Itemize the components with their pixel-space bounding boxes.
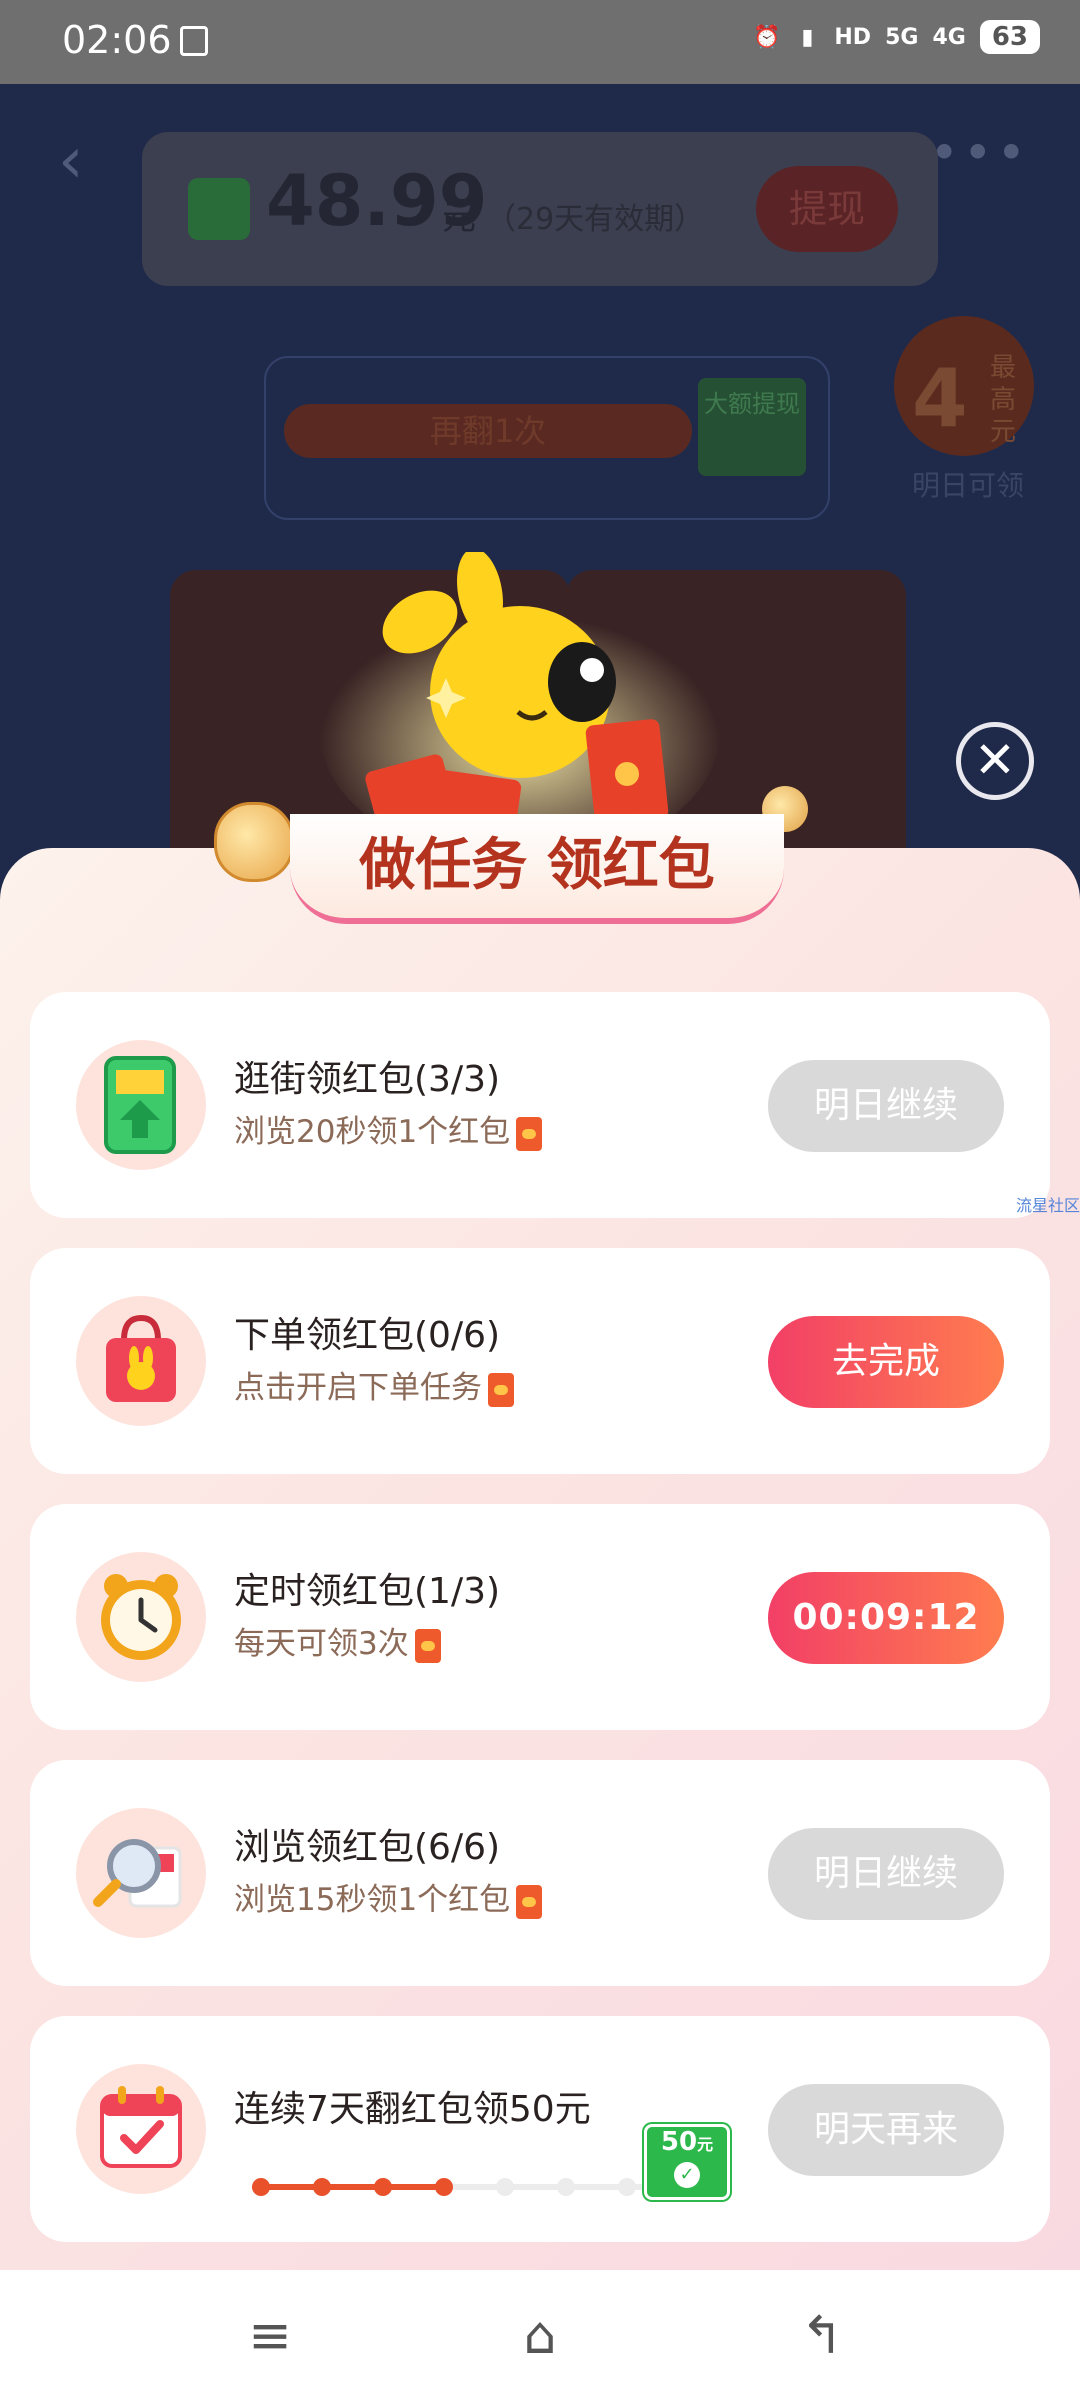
magnifier-icon	[93, 1839, 182, 1908]
home-icon[interactable]: ⌂	[510, 2306, 570, 2366]
system-nav-bar: ≡ ⌂ ↰	[0, 2270, 1080, 2400]
task-subtitle: 浏览20秒领1个红包	[234, 1106, 543, 1151]
calendar-check-icon	[100, 2086, 182, 2168]
status-time: 02:06	[62, 18, 172, 62]
shopping-task-icon	[76, 1040, 206, 1170]
streak-day-dot	[252, 2178, 270, 2196]
red-packet-icon	[516, 1116, 543, 1151]
task-title: 逛街领红包(3/3)	[234, 1059, 501, 1100]
hd-icon: HD	[834, 24, 872, 50]
red-packet-icon	[488, 1372, 514, 1407]
balance-unit: 元	[442, 198, 476, 238]
task-card-order: 下单领红包(0/6) 点击开启下单任务 去完成	[30, 1248, 1050, 1474]
notification-icon	[180, 26, 208, 56]
task-subtitle: 每天可领3次	[234, 1618, 441, 1663]
wechat-icon	[188, 178, 250, 240]
task-card-shopping: 逛街领红包(3/3) 浏览20秒领1个红包 明日继续	[30, 992, 1050, 1218]
alarm-icon: ⏰	[752, 24, 781, 50]
task-subtitle-text: 浏览20秒领1个红包	[234, 1114, 511, 1150]
back-arrow-icon[interactable]: ‹	[58, 124, 84, 198]
tomorrow-label: 明日可领	[912, 469, 1025, 502]
task-subtitle-text: 浏览15秒领1个红包	[234, 1882, 511, 1918]
streak-day-dot	[557, 2178, 575, 2196]
close-button[interactable]: ✕	[956, 722, 1034, 800]
streak-day-dot	[618, 2178, 636, 2196]
streak-fill	[252, 2184, 444, 2190]
more-icon[interactable]: •••	[930, 124, 1030, 182]
alarm-clock-icon	[101, 1574, 181, 1660]
task-card-timed: 定时领红包(1/3) 每天可领3次 00:09:12	[30, 1504, 1050, 1730]
task-title: 下单领红包(0/6)	[234, 1315, 501, 1356]
reward-amount: 50	[660, 2127, 698, 2157]
close-icon: ✕	[974, 731, 1016, 789]
continue-tomorrow-button[interactable]: 明日继续	[768, 1060, 1004, 1152]
streak-day-dot	[496, 2178, 514, 2196]
check-icon: ✓	[674, 2162, 700, 2188]
vibrate-icon: ▮	[801, 24, 814, 50]
task-title: 浏览领红包(6/6)	[234, 1827, 501, 1868]
balance-validity: （29天有效期）	[486, 202, 705, 237]
large-withdraw-tag: 大额提现	[698, 378, 806, 476]
task-subtitle: 浏览15秒领1个红包	[234, 1874, 543, 1919]
sheet-title-plate: 做任务 领红包	[290, 814, 784, 924]
task-title: 定时领红包(1/3)	[234, 1571, 501, 1612]
red-packet-icon	[516, 1884, 543, 1919]
go-complete-button[interactable]: 去完成	[768, 1316, 1004, 1408]
come-back-tomorrow-button[interactable]: 明天再来	[768, 2084, 1004, 2176]
streak-day-dot	[374, 2178, 392, 2196]
back-icon[interactable]: ↰	[792, 2306, 852, 2366]
status-icons: ⏰ ▮ HD 5G 4G 63	[753, 20, 1040, 54]
withdraw-button[interactable]: 提现	[756, 166, 898, 252]
phone-upload-icon	[104, 1056, 176, 1154]
continue-tomorrow-button[interactable]: 明日继续	[768, 1828, 1004, 1920]
battery-icon: 63	[979, 20, 1040, 54]
balance-panel: 48.99 元 （29天有效期） 提现	[142, 132, 938, 286]
task-subtitle: 点击开启下单任务	[234, 1362, 514, 1407]
task-card-browse: 浏览领红包(6/6) 浏览15秒领1个红包 明日继续	[30, 1760, 1050, 1986]
order-task-icon	[76, 1296, 206, 1426]
shopping-bag-icon	[106, 1314, 176, 1402]
sheet-title: 做任务 领红包	[359, 833, 715, 898]
task-title: 连续7天翻红包领50元	[234, 2089, 591, 2130]
signal-4g-icon: 4G	[932, 24, 966, 50]
watermark-text: 流星社区	[1016, 1196, 1080, 1215]
signal-5g-icon: 5G	[885, 24, 919, 50]
max-reward-value: 4	[912, 352, 968, 445]
flip-again-button[interactable]: 再翻1次	[284, 404, 692, 458]
streak-day-dot	[313, 2178, 331, 2196]
task-subtitle-text: 每天可领3次	[234, 1626, 409, 1662]
red-packet-icon	[414, 1628, 441, 1663]
max-reward-label: 最高元	[990, 353, 1017, 447]
flip-panel: 再翻1次 大额提现	[264, 356, 830, 520]
menu-icon[interactable]: ≡	[240, 2306, 300, 2366]
status-bar: 02:06 ⏰ ▮ HD 5G 4G 63	[0, 0, 1080, 84]
streak-task-icon	[76, 2064, 206, 2194]
streak-day-dot	[435, 2178, 453, 2196]
coin-icon	[214, 802, 294, 882]
task-sheet: 做任务 领红包 逛街领红包(3/3) 浏览20秒领1个红包 明日继续 下单领红包…	[0, 786, 1080, 2270]
timed-task-icon	[76, 1552, 206, 1682]
reward-unit: 元	[697, 2135, 714, 2154]
countdown-timer-button[interactable]: 00:09:12	[768, 1572, 1004, 1664]
task-subtitle-text: 点击开启下单任务	[234, 1370, 482, 1406]
reward-50-badge: 50元 ✓	[644, 2124, 730, 2200]
browse-task-icon	[76, 1808, 206, 1938]
task-card-streak: 连续7天翻红包领50元 50元 ✓ 明天再来	[30, 2016, 1050, 2242]
streak-progress	[252, 2178, 652, 2196]
mascot-illustration	[320, 552, 720, 852]
